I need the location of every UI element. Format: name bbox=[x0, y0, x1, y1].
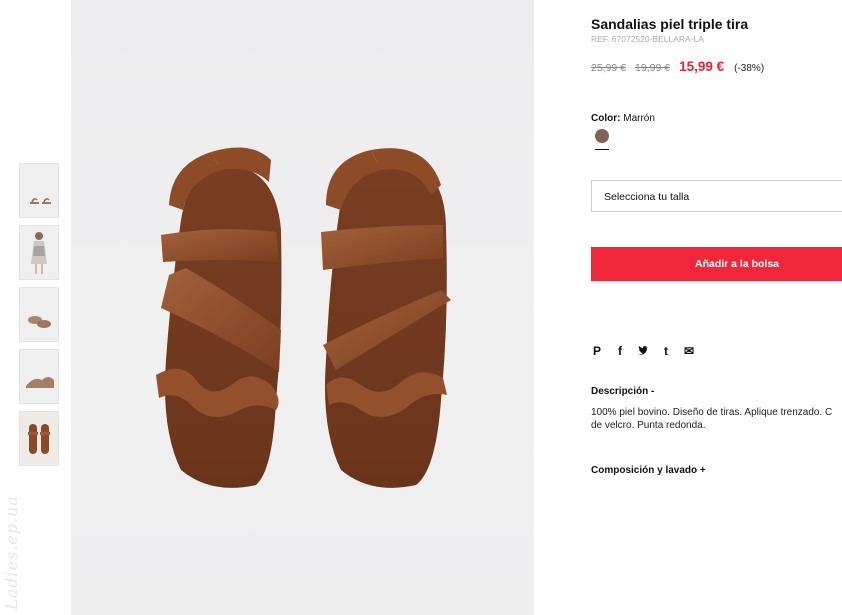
email-icon[interactable]: ✉ bbox=[683, 344, 695, 358]
color-label: Color: bbox=[591, 113, 621, 124]
description-heading[interactable]: Descripción - bbox=[591, 386, 654, 397]
description-line-1: 100% piel bovino. Diseño de tiras. Apliq… bbox=[591, 407, 833, 418]
thumbnail-5[interactable] bbox=[19, 411, 59, 466]
price-row: 25,99 € 19,99 € 15,99 € (-38%) bbox=[591, 59, 764, 74]
product-title: Sandalias piel triple tira bbox=[591, 16, 749, 32]
thumbnail-1[interactable] bbox=[19, 163, 59, 218]
color-row: Color: Marrón bbox=[591, 113, 655, 124]
thumbnail-4[interactable] bbox=[19, 349, 59, 404]
original-price: 25,99 € bbox=[591, 62, 627, 74]
current-price: 15,99 € bbox=[679, 59, 725, 74]
facebook-icon[interactable]: f bbox=[614, 344, 626, 358]
color-value: Marrón bbox=[623, 113, 655, 124]
color-swatch[interactable] bbox=[595, 129, 609, 143]
product-reference: REF. 67072520-BELLARA-LA bbox=[591, 34, 704, 44]
discount-badge: (-38%) bbox=[734, 63, 765, 74]
pinterest-icon[interactable]: P bbox=[591, 344, 603, 358]
model-thumb-image bbox=[31, 232, 47, 274]
description-text: 100% piel bovino. Diseño de tiras. Apliq… bbox=[591, 406, 842, 432]
thumbnail-3[interactable] bbox=[19, 287, 59, 342]
composition-heading[interactable]: Composición y lavado + bbox=[591, 465, 706, 476]
description-line-2: de velcro. Punta redonda. bbox=[591, 420, 706, 431]
selected-swatch-indicator bbox=[595, 149, 609, 150]
tumblr-icon[interactable]: t bbox=[660, 344, 672, 358]
twitter-icon[interactable] bbox=[637, 344, 649, 358]
previous-price: 19,99 € bbox=[635, 62, 671, 74]
size-select[interactable]: Selecciona tu talla bbox=[591, 180, 842, 212]
sandal-top-thumb-image bbox=[28, 424, 50, 454]
sandals-illustration bbox=[156, 147, 451, 488]
product-info-panel: Sandalias piel triple tira REF. 67072520… bbox=[591, 0, 842, 615]
sandal-side-thumb-image bbox=[30, 198, 51, 204]
thumbnail-list bbox=[19, 163, 59, 473]
sandal-detail-thumb-image bbox=[26, 377, 54, 388]
social-share: P f t ✉ bbox=[591, 344, 706, 358]
thumbnail-2[interactable] bbox=[19, 225, 59, 280]
watermark: Ladies.ep.ua bbox=[2, 495, 21, 610]
sandal-pair-thumb-image bbox=[28, 316, 51, 328]
add-to-bag-button[interactable]: Añadir a la bolsa bbox=[591, 247, 842, 281]
product-main-image bbox=[71, 0, 534, 615]
